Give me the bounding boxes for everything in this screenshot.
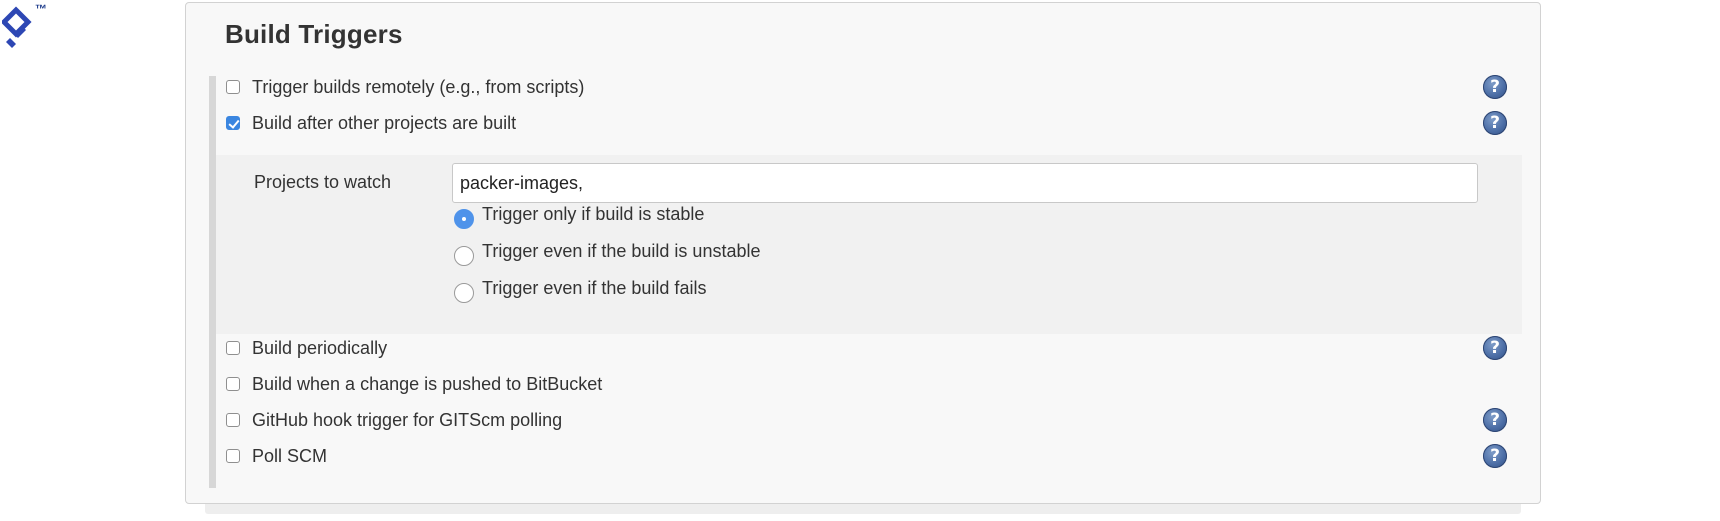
trigger-github-hook-label: GitHub hook trigger for GITScm polling [252,409,563,430]
help-after-projects-icon[interactable]: ? [1483,111,1507,135]
section-title: Build Triggers [225,19,403,49]
trigger-row-bitbucket: Build when a change is pushed to BitBuck… [226,369,602,399]
trigger-github-hook-checkbox[interactable] [226,413,240,427]
radio-row-fails: Trigger even if the build fails [454,273,706,303]
trigger-periodically-label: Build periodically [252,337,388,358]
radio-fails-label: Trigger even if the build fails [482,277,707,298]
radio-unstable-label: Trigger even if the build is unstable [482,240,761,261]
help-periodically-icon[interactable]: ? [1483,336,1507,360]
trigger-bitbucket-label: Build when a change is pushed to BitBuck… [252,373,603,394]
section-accent-bar [209,76,216,488]
radio-stable-label: Trigger only if build is stable [482,203,705,224]
help-poll-scm-icon[interactable]: ? [1483,444,1507,468]
trigger-remote-checkbox[interactable] [226,80,240,94]
radio-row-stable: Trigger only if build is stable [454,199,704,229]
trigger-bitbucket-checkbox[interactable] [226,377,240,391]
radio-fails[interactable] [454,283,474,303]
panel-bottom-edge [205,504,1521,514]
build-triggers-panel: Build Triggers Trigger builds remotely (… [185,2,1541,504]
trademark-symbol: ™ [35,2,47,16]
trigger-row-github-hook: GitHub hook trigger for GITScm polling [226,405,562,435]
trigger-row-remote: Trigger builds remotely (e.g., from scri… [226,72,584,102]
radio-unstable[interactable] [454,246,474,266]
trigger-periodically-checkbox[interactable] [226,341,240,355]
trigger-row-after-projects: Build after other projects are built [226,108,516,138]
trigger-poll-scm-label: Poll SCM [252,445,328,466]
help-github-hook-icon[interactable]: ? [1483,408,1507,432]
help-remote-icon[interactable]: ? [1483,75,1507,99]
trigger-row-poll-scm: Poll SCM [226,441,327,471]
trigger-poll-scm-checkbox[interactable] [226,449,240,463]
after-projects-options: Projects to watch packer-images, Trigger… [216,155,1522,334]
radio-stable[interactable] [454,209,474,229]
trigger-row-periodically: Build periodically [226,333,387,363]
page: ™ Build Triggers Trigger builds remotely… [0,0,1720,521]
projects-to-watch-label: Projects to watch [254,172,392,192]
projects-to-watch-input[interactable]: packer-images, [452,163,1478,203]
toptal-logo-icon: ™ [0,2,48,54]
trigger-after-projects-label: Build after other projects are built [252,112,517,133]
radio-row-unstable: Trigger even if the build is unstable [454,236,761,266]
trigger-remote-label: Trigger builds remotely (e.g., from scri… [252,76,585,97]
trigger-after-projects-checkbox[interactable] [226,116,240,130]
